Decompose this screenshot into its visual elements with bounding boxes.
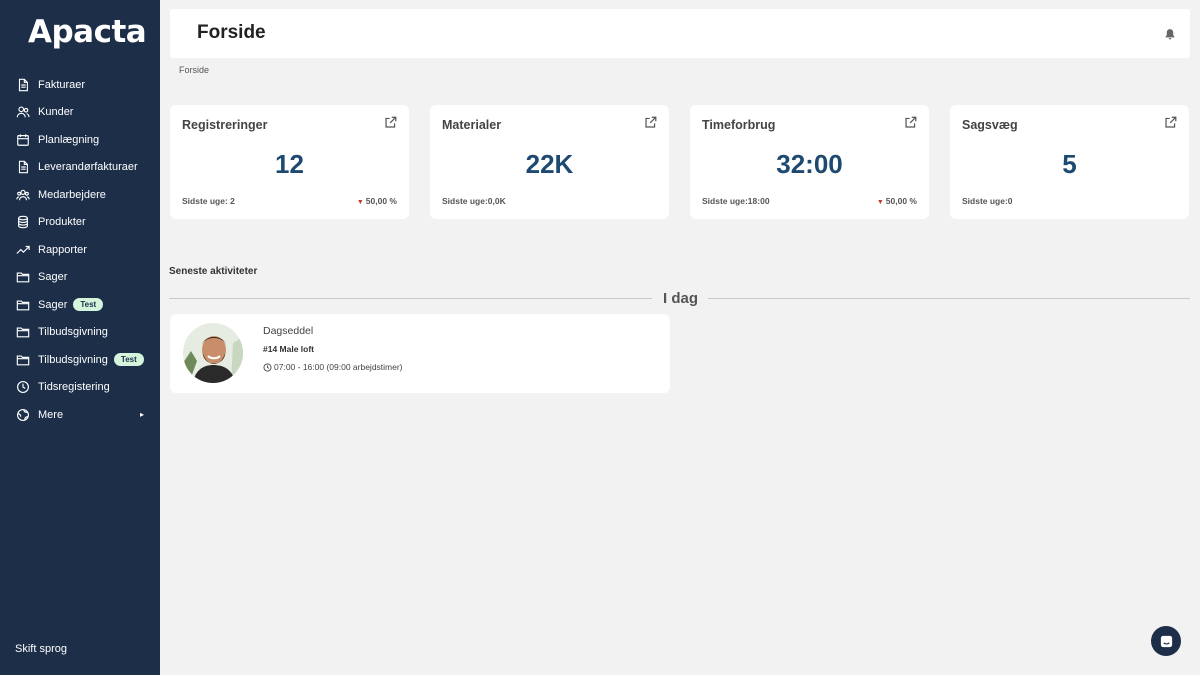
- external-link-icon[interactable]: [384, 116, 397, 129]
- stat-card-registreringer: Registreringer 12 Sidste uge: 2 ▼ 50,00 %: [170, 105, 409, 219]
- card-title: Timeforbrug: [702, 118, 776, 132]
- sidebar-item-planlaegning[interactable]: Planlægning: [0, 126, 160, 154]
- activity-time: 07:00 - 16:00 (09:00 arbejdstimer): [263, 362, 403, 372]
- sidebar-item-label: Planlægning: [38, 133, 100, 146]
- folder-icon: [15, 352, 30, 367]
- sidebar-item-label: Tilbudsgivning: [38, 353, 108, 366]
- card-value: 12: [275, 149, 304, 179]
- page-title: Forside: [197, 22, 266, 43]
- apacta-logo[interactable]: Apacta: [28, 14, 147, 50]
- external-link-icon[interactable]: [1164, 116, 1177, 129]
- stat-card-materialer: Materialer 22K Sidste uge:0,0K: [430, 105, 669, 219]
- card-change: ▼ 50,00 %: [357, 196, 397, 206]
- sidebar-item-label: Leverandørfakturaer: [38, 161, 138, 174]
- folder-icon: [15, 297, 30, 312]
- activity-time-text: 07:00 - 16:00 (09:00 arbejdstimer): [274, 362, 403, 372]
- card-change: ▼ 50,00 %: [877, 196, 917, 206]
- sidebar-item-label: Sager: [38, 271, 68, 284]
- sidebar-nav: Fakturaer Kunder Planlægning Leverandørf…: [0, 71, 160, 429]
- sidebar-item-tilbudsgivning-test[interactable]: Tilbudsgivning Test: [0, 346, 160, 374]
- top-header: Forside: [170, 9, 1190, 58]
- change-value: 50,00 %: [885, 196, 917, 206]
- sidebar-item-mere[interactable]: Mere ▸: [0, 401, 160, 429]
- activities-title: Seneste aktiviteter: [169, 266, 258, 277]
- clock-icon: [15, 380, 30, 395]
- change-language-link[interactable]: Skift sprog: [15, 643, 67, 655]
- card-last-week: Sidste uge: 2: [182, 196, 235, 206]
- test-badge: Test: [73, 298, 104, 312]
- sidebar-item-label: Tilbudsgivning: [38, 326, 108, 339]
- sidebar-item-label: Medarbejdere: [38, 188, 106, 201]
- folder-icon: [15, 270, 30, 285]
- sidebar-item-sager[interactable]: Sager: [0, 264, 160, 292]
- caret-down-icon: ▼: [876, 199, 884, 206]
- sidebar-item-label: Mere: [38, 408, 64, 421]
- card-last-week: Sidste uge:0: [962, 196, 1013, 206]
- external-link-icon[interactable]: [644, 116, 657, 129]
- avatar: [183, 323, 243, 383]
- calendar-icon: [15, 132, 30, 147]
- sidebar: Apacta Fakturaer Kunder Planlægning Leve…: [0, 0, 160, 675]
- database-icon: [15, 215, 30, 230]
- sidebar-item-rapporter[interactable]: Rapporter: [0, 236, 160, 264]
- sidebar-item-tidsregistering[interactable]: Tidsregistering: [0, 374, 160, 402]
- breadcrumb[interactable]: Forside: [179, 65, 209, 75]
- activity-card[interactable]: Dagseddel #14 Male loft 07:00 - 16:00 (0…: [170, 314, 670, 393]
- sidebar-item-label: Sager: [38, 298, 68, 311]
- sidebar-item-label: Fakturaer: [38, 78, 86, 91]
- sidebar-item-tilbudsgivning[interactable]: Tilbudsgivning: [0, 319, 160, 347]
- caret-down-icon: ▼: [356, 199, 364, 206]
- chat-launcher-button[interactable]: [1151, 626, 1181, 656]
- sidebar-item-sager-test[interactable]: Sager Test: [0, 291, 160, 319]
- card-value: 5: [1062, 149, 1077, 179]
- card-last-week: Sidste uge:18:00: [702, 196, 770, 206]
- invoice-icon: [15, 77, 30, 92]
- activity-name: #14 Male loft: [263, 344, 315, 354]
- card-value: 22K: [525, 149, 574, 179]
- activity-type: Dagseddel: [263, 325, 314, 337]
- sidebar-item-medarbejdere[interactable]: Medarbejdere: [0, 181, 160, 209]
- external-link-icon[interactable]: [904, 116, 917, 129]
- card-title: Registreringer: [182, 118, 268, 132]
- card-value: 32:00: [776, 149, 843, 179]
- supplier-invoice-icon: [15, 160, 30, 175]
- employees-icon: [15, 187, 30, 202]
- card-title: Sagsvæg: [962, 118, 1018, 132]
- sidebar-item-label: Kunder: [38, 106, 74, 119]
- expand-arrow-icon: ▸: [139, 410, 144, 420]
- more-icon: [15, 407, 30, 422]
- sidebar-item-leverandorfakturaer[interactable]: Leverandørfakturaer: [0, 154, 160, 182]
- card-last-week: Sidste uge:0,0K: [442, 196, 506, 206]
- sidebar-item-fakturaer[interactable]: Fakturaer: [0, 71, 160, 99]
- sidebar-item-kunder[interactable]: Kunder: [0, 99, 160, 127]
- test-badge: Test: [113, 353, 144, 367]
- folder-icon: [15, 325, 30, 340]
- sidebar-item-label: Produkter: [38, 216, 86, 229]
- day-label: I dag: [663, 290, 699, 307]
- stat-card-timeforbrug: Timeforbrug 32:00 Sidste uge:18:00 ▼ 50,0…: [690, 105, 929, 219]
- divider-left: [169, 298, 652, 299]
- customers-icon: [15, 105, 30, 120]
- clock-icon: [263, 363, 272, 371]
- sidebar-item-label: Tidsregistering: [38, 381, 110, 394]
- stat-card-sagsvaeg: Sagsvæg 5 Sidste uge:0: [950, 105, 1189, 219]
- card-title: Materialer: [442, 118, 502, 132]
- sidebar-item-produkter[interactable]: Produkter: [0, 209, 160, 237]
- chat-icon: [1160, 635, 1172, 647]
- divider-right: [708, 298, 1190, 299]
- change-value: 50,00 %: [365, 196, 397, 206]
- bell-icon[interactable]: [1164, 27, 1176, 40]
- sidebar-item-label: Rapporter: [38, 243, 87, 256]
- trend-icon: [15, 242, 30, 257]
